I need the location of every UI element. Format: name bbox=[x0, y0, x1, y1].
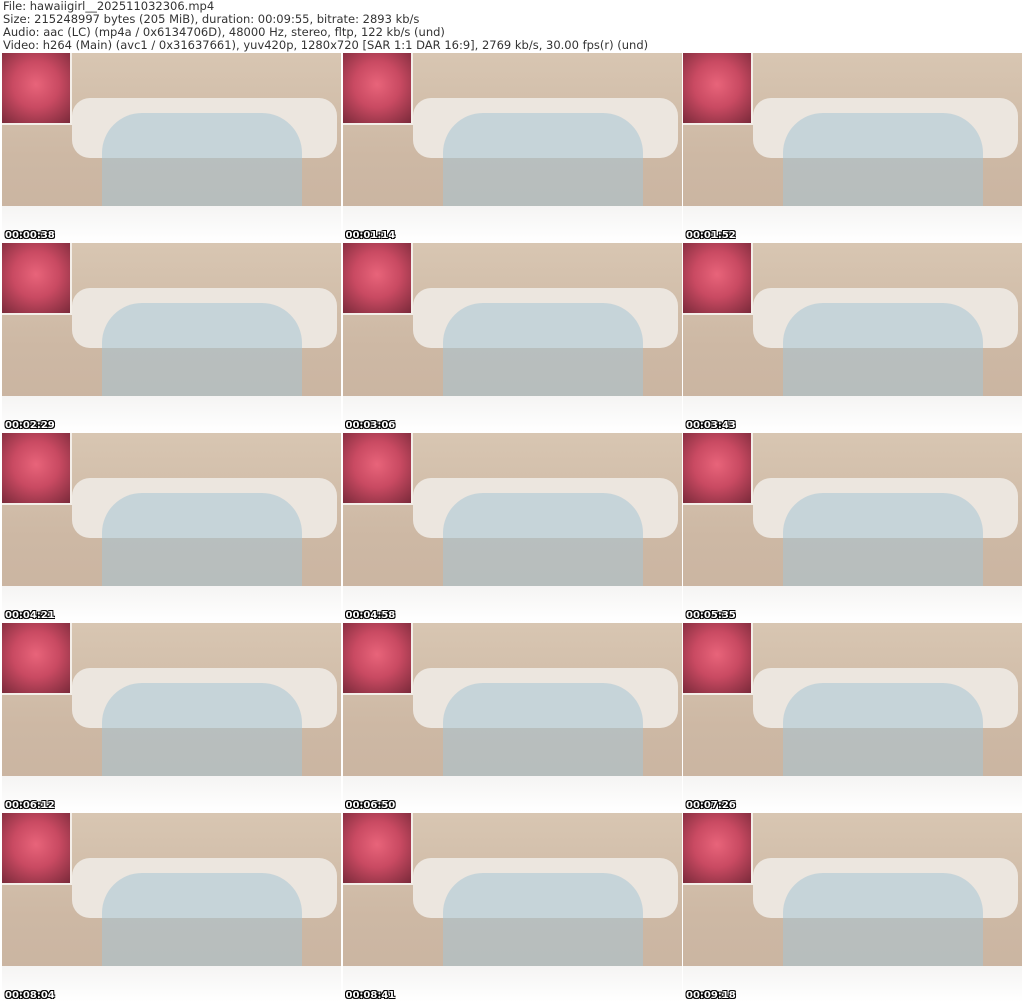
thumbnail-timestamp: 00:03:06 bbox=[345, 420, 396, 431]
thumbnail-timestamp: 00:04:58 bbox=[345, 610, 396, 621]
thumbnail-timestamp: 00:06:12 bbox=[5, 800, 55, 811]
video-thumbnail: 00:06:12 bbox=[2, 623, 341, 812]
video-thumbnail: 00:04:21 bbox=[2, 433, 341, 622]
file-info-header: File: hawaiigirl__202511032306.mp4 Size:… bbox=[3, 0, 648, 52]
video-thumbnail: 00:03:06 bbox=[342, 243, 682, 432]
thumbnail-timestamp: 00:05:35 bbox=[686, 610, 736, 621]
wall-picture bbox=[2, 53, 72, 125]
thumbnail-timestamp: 00:09:18 bbox=[686, 990, 736, 1001]
thumbnail-timestamp: 00:04:21 bbox=[5, 610, 55, 621]
video-thumbnail: 00:03:43 bbox=[683, 243, 1022, 432]
video-thumbnail: 00:05:35 bbox=[683, 433, 1022, 622]
wall-picture bbox=[2, 243, 72, 315]
wall-picture bbox=[342, 243, 413, 315]
thumbnail-timestamp: 00:07:26 bbox=[686, 800, 736, 811]
wall-picture bbox=[2, 813, 72, 885]
video-thumbnail: 00:09:18 bbox=[683, 813, 1022, 1002]
thumbnail-timestamp: 00:01:52 bbox=[686, 230, 736, 241]
video-thumbnail: 00:08:41 bbox=[342, 813, 682, 1002]
wall-picture bbox=[2, 623, 72, 695]
thumbnail-timestamp: 00:06:50 bbox=[345, 800, 396, 811]
wall-picture bbox=[342, 53, 413, 125]
wall-picture bbox=[683, 623, 753, 695]
video-info: Video: h264 (Main) (avc1 / 0x31637661), … bbox=[3, 38, 649, 52]
wall-picture bbox=[342, 813, 413, 885]
thumbnail-timestamp: 00:00:38 bbox=[5, 230, 55, 241]
wall-picture bbox=[683, 53, 753, 125]
wall-picture bbox=[342, 623, 413, 695]
wall-picture bbox=[683, 243, 753, 315]
thumbnail-timestamp: 00:02:29 bbox=[5, 420, 55, 431]
thumbnail-timestamp: 00:01:14 bbox=[345, 230, 396, 241]
thumbnail-timestamp: 00:03:43 bbox=[686, 420, 736, 431]
video-thumbnail: 00:06:50 bbox=[342, 623, 682, 812]
thumbnail-grid: 00:00:38 00:01:14 00:01:52 00:02:29 00:03:06… bbox=[2, 53, 1022, 1002]
video-thumbnail: 00:01:52 bbox=[683, 53, 1022, 242]
wall-picture bbox=[683, 433, 753, 505]
thumbnail-timestamp: 00:08:41 bbox=[345, 990, 396, 1001]
video-thumbnail: 00:04:58 bbox=[342, 433, 682, 622]
thumbnail-timestamp: 00:08:04 bbox=[5, 990, 55, 1001]
video-thumbnail: 00:08:04 bbox=[2, 813, 341, 1002]
video-thumbnail: 00:02:29 bbox=[2, 243, 341, 432]
video-thumbnail: 00:00:38 bbox=[2, 53, 341, 242]
video-thumbnail: 00:07:26 bbox=[683, 623, 1022, 812]
wall-picture bbox=[342, 433, 413, 505]
wall-picture bbox=[2, 433, 72, 505]
video-thumbnail: 00:01:14 bbox=[342, 53, 682, 242]
wall-picture bbox=[683, 813, 753, 885]
